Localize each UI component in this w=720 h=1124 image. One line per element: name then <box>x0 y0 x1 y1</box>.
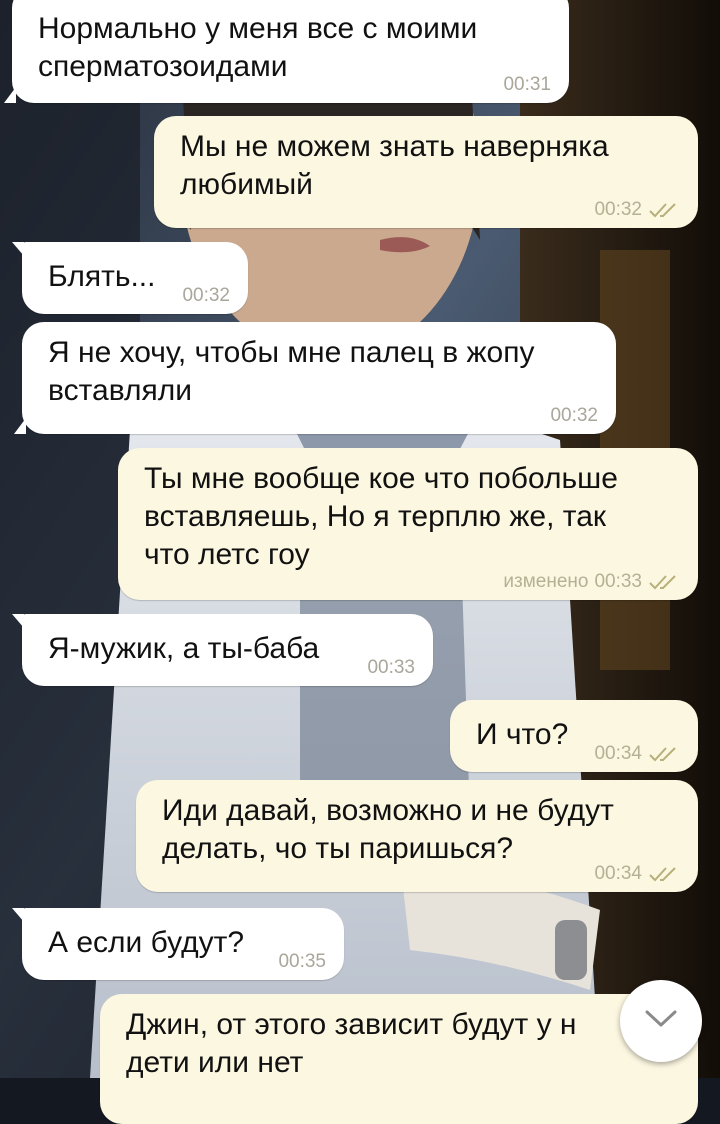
scroll-to-bottom-button[interactable] <box>620 980 702 1062</box>
message-text: Я-мужик, а ты-баба <box>48 632 320 665</box>
message-outgoing[interactable]: Мы не можем знать наверняка любимый 00:3… <box>154 116 698 228</box>
message-outgoing[interactable]: Иди давай, возможно и не будут делать, ч… <box>136 780 698 892</box>
message-meta: 00:32 <box>182 286 230 306</box>
message-text: Я не хочу, чтобы мне палец в жопу вставл… <box>48 336 535 407</box>
read-ticks-icon <box>648 865 680 883</box>
message-text: Джин, от этого зависит будут у н дети ил… <box>126 1008 577 1079</box>
message-time: 00:31 <box>503 74 551 95</box>
message-time: 00:32 <box>594 199 642 220</box>
message-time: 00:33 <box>367 657 415 678</box>
message-meta: 00:35 <box>278 952 326 972</box>
chevron-down-icon <box>644 1009 678 1034</box>
message-time: 00:35 <box>278 951 326 972</box>
message-time: 00:32 <box>182 285 230 306</box>
message-meta: 00:33 <box>367 658 415 678</box>
message-meta: изменено 00:33 <box>503 572 680 592</box>
message-meta: 00:32 <box>594 200 680 220</box>
message-list[interactable]: Нормально у меня все с моими сперматозои… <box>0 0 720 1124</box>
message-meta: 00:34 <box>594 744 680 764</box>
message-outgoing[interactable]: И что? 00:34 <box>450 700 698 772</box>
message-incoming[interactable]: Я не хочу, чтобы мне палец в жопу вставл… <box>14 322 616 434</box>
message-text: Иди давай, возможно и не будут делать, ч… <box>162 794 614 865</box>
message-time: 00:34 <box>594 743 642 764</box>
message-text: Мы не можем знать наверняка любимый <box>180 130 609 201</box>
message-text: Нормально у меня все с моими сперматозои… <box>38 12 478 83</box>
message-meta: 00:34 <box>594 864 680 884</box>
read-ticks-icon <box>648 745 680 763</box>
message-time: 00:34 <box>594 863 642 884</box>
message-incoming[interactable]: Я-мужик, а ты-баба 00:33 <box>12 614 433 686</box>
message-meta: 00:32 <box>550 406 598 426</box>
message-incoming[interactable]: Нормально у меня все с моими сперматозои… <box>4 0 569 103</box>
read-ticks-icon <box>648 573 680 591</box>
message-time: 00:32 <box>550 405 598 426</box>
message-outgoing[interactable]: Джин, от этого зависит будут у н дети ил… <box>100 994 698 1124</box>
message-incoming[interactable]: А если будут? 00:35 <box>12 908 344 980</box>
read-ticks-icon <box>648 201 680 219</box>
message-time: 00:33 <box>594 571 642 592</box>
message-meta: 00:31 <box>503 75 551 95</box>
message-incoming[interactable]: Блять... 00:32 <box>12 242 248 314</box>
message-outgoing[interactable]: Ты мне вообще кое что побольше вставляеш… <box>118 448 698 600</box>
message-text: Ты мне вообще кое что побольше вставляеш… <box>144 462 618 571</box>
message-edited: изменено <box>503 571 589 592</box>
